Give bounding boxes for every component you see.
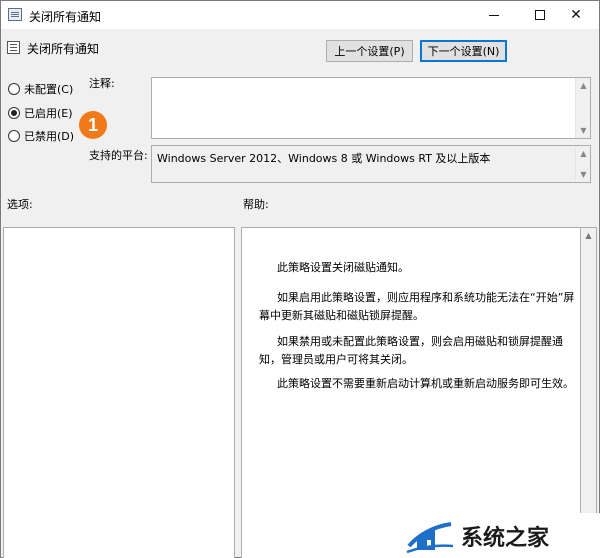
minimize-button[interactable] — [471, 1, 517, 29]
radio-label: 已启用(E) — [24, 107, 73, 120]
platform-field: Windows Server 2012、Windows 8 或 Windows … — [151, 145, 591, 183]
comment-field[interactable]: ▲ ▼ — [151, 77, 591, 139]
radio-label: 未配置(C) — [24, 83, 74, 96]
title-bar: 关闭所有通知 ✕ — [1, 1, 599, 29]
comment-scrollbar[interactable]: ▲ ▼ — [575, 78, 590, 138]
scroll-up-icon[interactable]: ▲ — [576, 78, 591, 93]
scroll-down-icon[interactable]: ▼ — [576, 167, 591, 182]
scroll-up-icon[interactable]: ▲ — [576, 146, 591, 161]
radio-label: 已禁用(D) — [24, 130, 75, 143]
platform-scrollbar[interactable]: ▲ ▼ — [575, 146, 590, 182]
comment-label: 注释: — [89, 77, 115, 90]
setting-title: 关闭所有通知 — [27, 42, 100, 56]
window-title: 关闭所有通知 — [29, 10, 102, 24]
site-watermark: 系统之家 — [397, 513, 600, 558]
platform-value: Windows Server 2012、Windows 8 或 Windows … — [157, 152, 491, 165]
scroll-down-icon[interactable]: ▼ — [576, 123, 591, 138]
watermark-logo-icon — [406, 522, 454, 554]
radio-disabled[interactable]: 已禁用(D) — [8, 128, 74, 144]
radio-button-selected[interactable] — [8, 107, 20, 119]
next-setting-button[interactable]: 下一个设置(N) — [420, 40, 507, 62]
watermark-text: 系统之家 — [461, 526, 550, 551]
policy-dialog-window: 关闭所有通知 ✕ 关闭所有通知 上一个设置(P) 下一个设置(N) 未配置(C)… — [0, 0, 600, 558]
help-label: 帮助: — [243, 198, 269, 211]
help-paragraph: 此策略设置不需要重新启动计算机或重新启动服务即可生效。 — [277, 377, 574, 390]
previous-setting-button[interactable]: 上一个设置(P) — [326, 40, 413, 62]
platform-label: 支持的平台: — [89, 149, 148, 162]
radio-enabled[interactable]: 已启用(E) — [8, 105, 73, 121]
step-callout-badge: 1 — [79, 111, 107, 139]
close-icon: ✕ — [570, 7, 582, 23]
setting-icon — [7, 41, 20, 54]
radio-button[interactable] — [8, 130, 20, 142]
minimize-icon — [489, 14, 499, 16]
options-panel — [3, 227, 235, 558]
policy-icon — [8, 8, 22, 21]
radio-not-configured[interactable]: 未配置(C) — [8, 81, 73, 97]
help-paragraph: 如果启用此策略设置，则应用程序和系统功能无法在“开始”屏幕中更新其磁贴和磁贴锁屏… — [259, 291, 575, 322]
radio-button[interactable] — [8, 83, 20, 95]
close-button[interactable]: ✕ — [553, 1, 599, 29]
maximize-icon — [535, 10, 545, 20]
help-paragraph: 如果禁用或未配置此策略设置，则会启用磁贴和锁屏提醒通知，管理员或用户可将其关闭。 — [259, 335, 563, 366]
options-label: 选项: — [7, 198, 33, 211]
scroll-up-icon[interactable]: ▲ — [581, 228, 596, 243]
help-paragraph: 此策略设置关闭磁贴通知。 — [277, 261, 409, 274]
